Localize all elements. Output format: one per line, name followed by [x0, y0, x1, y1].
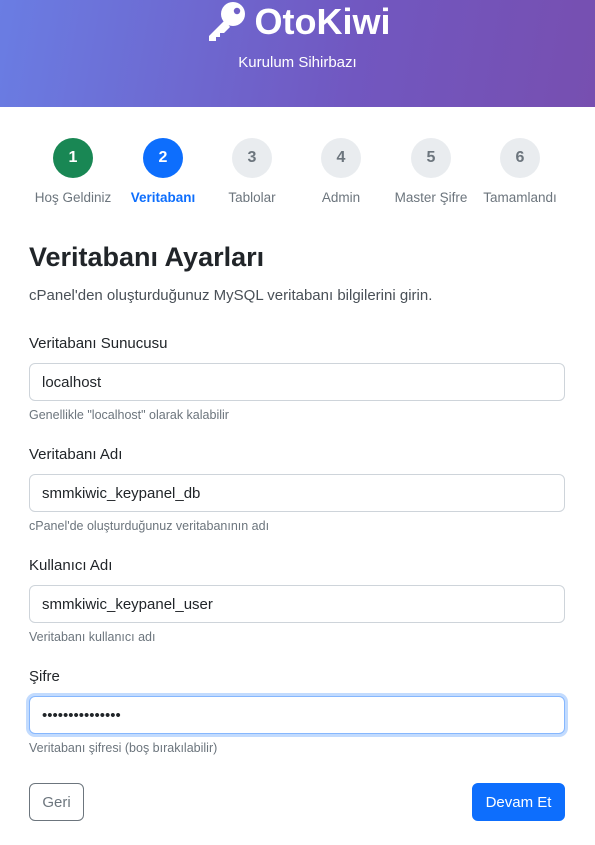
step-1-label: Hoş Geldiniz — [34, 190, 112, 205]
step-5: 5 Master Şifre — [383, 138, 479, 205]
db-host-label: Veritabanı Sunucusu — [29, 335, 168, 352]
step-3: 3 Tablolar — [204, 138, 300, 205]
back-button[interactable]: Geri — [29, 783, 84, 821]
app-title: OtoKiwi — [254, 1, 391, 42]
page-title: Veritabanı Ayarları — [29, 242, 265, 272]
step-3-circle: 3 — [232, 138, 272, 178]
step-6-circle: 6 — [500, 138, 540, 178]
step-indicator: 1 Hoş Geldiniz 2 Veritabanı 3 Tablolar 4… — [29, 138, 565, 218]
step-4: 4 Admin — [293, 138, 389, 205]
step-6: 6 Tamamlandı — [472, 138, 568, 205]
step-6-label: Tamamlandı — [483, 190, 557, 205]
step-5-label: Master Şifre — [394, 190, 468, 205]
step-2-label: Veritabanı — [130, 190, 196, 205]
step-3-label: Tablolar — [228, 190, 276, 205]
header: OtoKiwi Kurulum Sihirbazı — [0, 0, 595, 107]
key-icon — [208, 2, 245, 41]
step-2-circle: 2 — [143, 138, 183, 178]
db-user-input[interactable] — [29, 585, 565, 623]
step-1-circle: 1 — [53, 138, 93, 178]
step-1: 1 Hoş Geldiniz — [25, 138, 121, 205]
db-password-help: Veritabanı şifresi (boş bırakılabilir) — [29, 741, 218, 755]
db-host-help: Genellikle "localhost" olarak kalabilir — [29, 408, 229, 422]
db-user-help: Veritabanı kullanıcı adı — [29, 630, 156, 644]
step-4-label: Admin — [321, 190, 361, 205]
db-name-input[interactable] — [29, 474, 565, 512]
db-host-input[interactable] — [29, 363, 565, 401]
continue-button[interactable]: Devam Et — [472, 783, 565, 821]
step-2: 2 Veritabanı — [115, 138, 211, 205]
brand: OtoKiwi — [0, 0, 595, 44]
db-password-input[interactable] — [29, 696, 565, 734]
db-name-help: cPanel'de oluşturduğunuz veritabanının a… — [29, 519, 270, 533]
db-password-label: Şifre — [29, 668, 60, 685]
step-4-circle: 4 — [321, 138, 361, 178]
page-description: cPanel'den oluşturduğunuz MySQL veritaba… — [29, 287, 433, 304]
db-name-label: Veritabanı Adı — [29, 446, 123, 463]
db-user-label: Kullanıcı Adı — [29, 557, 113, 574]
step-5-circle: 5 — [411, 138, 451, 178]
header-subtitle: Kurulum Sihirbazı — [238, 54, 357, 71]
